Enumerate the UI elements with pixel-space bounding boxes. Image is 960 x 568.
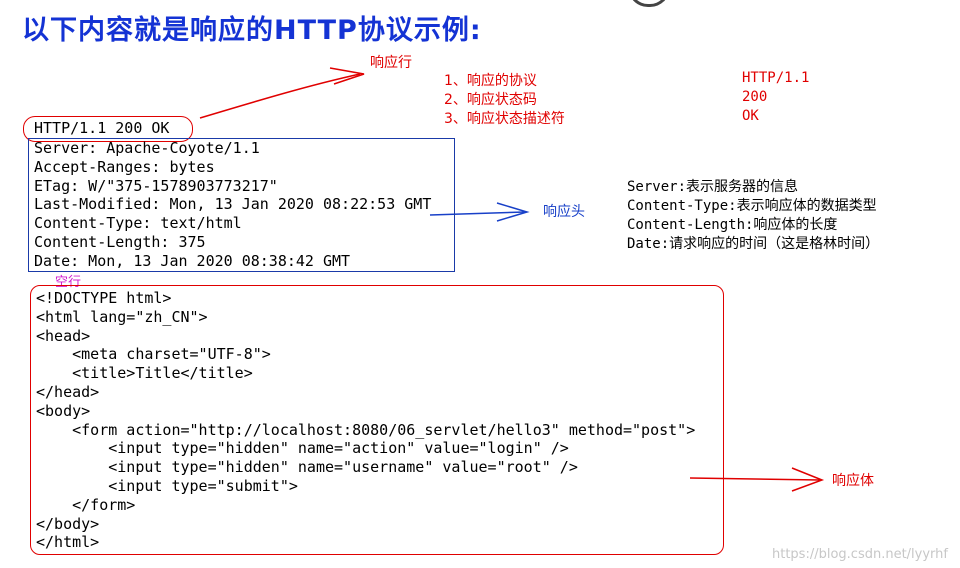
body-line: <form action="http://localhost:8080/06_s… — [36, 420, 696, 439]
status-part-value: HTTP/1.1 — [742, 70, 810, 86]
body-line: <body> — [36, 401, 91, 420]
body-line: </form> — [36, 495, 136, 514]
body-label: 响应体 — [832, 473, 874, 489]
header-line: Last-Modified: Mon, 13 Jan 2020 08:22:53… — [34, 195, 432, 214]
body-line: <head> — [36, 326, 91, 345]
header-note: Date:请求响应的时间（这是格林时间） — [627, 236, 880, 252]
status-line-arrowhead — [329, 67, 365, 85]
headers-label: 响应头 — [543, 204, 585, 220]
body-line: <html lang="zh_CN"> — [36, 307, 208, 326]
header-line: Content-Type: text/html — [34, 214, 242, 233]
status-part-name: 3、响应状态描述符 — [444, 111, 565, 127]
body-line: <input type="hidden" name="action" value… — [36, 439, 569, 458]
status-part-value: 200 — [742, 89, 768, 105]
status-part-name: 1、响应的协议 — [444, 73, 537, 89]
header-line: Server: Apache-Coyote/1.1 — [34, 139, 260, 157]
body-line: <input type="hidden" name="username" val… — [36, 458, 578, 477]
header-note: Content-Length:响应体的长度 — [627, 217, 838, 233]
header-line: Accept-Ranges: bytes — [34, 157, 215, 176]
header-line: ETag: W/"375-1578903773217" — [34, 176, 278, 195]
headers-block: Server: Apache-Coyote/1.1 Accept-Ranges:… — [34, 139, 431, 271]
body-line: <!DOCTYPE html> — [36, 289, 172, 307]
header-notes: Server:表示服务器的信息 Content-Type:表示响应体的数据类型 … — [627, 178, 879, 254]
status-line-arrow — [199, 73, 361, 119]
watermark: https://blog.csdn.net/lyyrhf — [772, 547, 948, 562]
status-part-value: OK — [742, 108, 759, 124]
body-line: <input type="submit"> — [36, 476, 298, 495]
body-line: <meta charset="UTF-8"> — [36, 345, 271, 364]
body-line: <title>Title</title> — [36, 364, 253, 383]
body-block: <!DOCTYPE html> <html lang="zh_CN"> <hea… — [36, 289, 695, 552]
header-line: Date: Mon, 13 Jan 2020 08:38:42 GMT — [34, 251, 351, 270]
body-line: </head> — [36, 382, 100, 401]
header-note: Content-Type:表示响应体的数据类型 — [627, 198, 877, 214]
header-line: Content-Length: 375 — [34, 232, 206, 251]
status-part-name: 2、响应状态码 — [444, 92, 537, 108]
status-line: HTTP/1.1 200 OK — [34, 119, 170, 137]
header-note: Server:表示服务器的信息 — [627, 179, 799, 195]
body-line: </html> — [36, 533, 100, 552]
body-line: </body> — [36, 514, 100, 533]
